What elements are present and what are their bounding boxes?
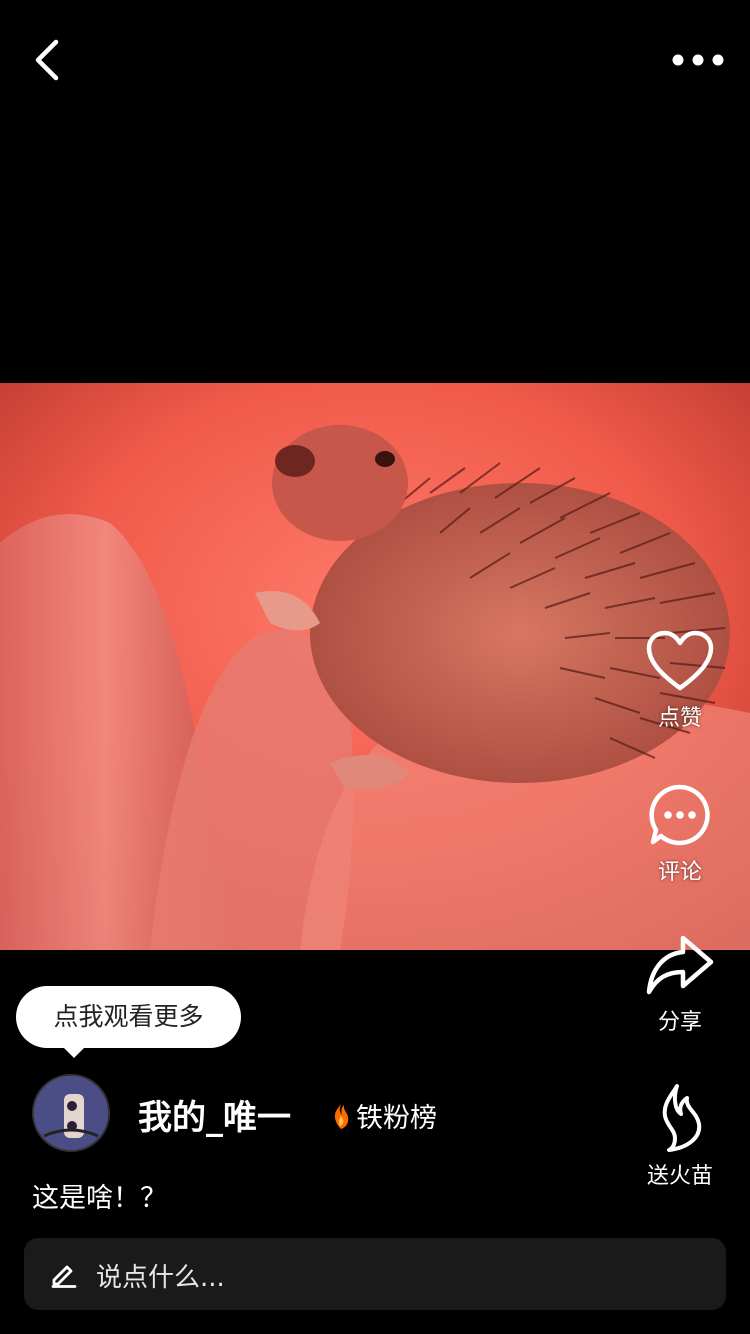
more-dots-icon: [672, 54, 724, 66]
heart-icon: [646, 630, 714, 691]
hedgehog-head: [272, 425, 408, 541]
comment-input[interactable]: 说点什么...: [24, 1238, 726, 1310]
like-button[interactable]: 点赞: [610, 630, 750, 732]
comment-bubble-icon: [649, 784, 710, 846]
hedgehog-eye: [375, 451, 395, 467]
top-bar: [0, 0, 750, 120]
watch-more-tooltip[interactable]: 点我观看更多: [16, 986, 241, 1058]
back-button[interactable]: [26, 36, 70, 84]
comment-label: 评论: [657, 860, 702, 885]
hedgehog-snout: [275, 445, 315, 477]
gift-flame-button[interactable]: 送火苗: [610, 1082, 750, 1190]
avatar-image: [34, 1076, 108, 1150]
fan-rank-label: 铁粉榜: [356, 1103, 437, 1134]
share-label: 分享: [657, 1010, 702, 1035]
author-name[interactable]: 我的_唯一: [138, 1090, 291, 1139]
share-arrow-icon: [646, 935, 714, 995]
author-row: 我的_唯一 铁粉榜: [32, 1074, 592, 1154]
gift-flame-label: 送火苗: [646, 1164, 713, 1189]
pencil-icon: [51, 1265, 77, 1288]
video-caption: 这是啥！？: [32, 1183, 167, 1214]
avatar[interactable]: [32, 1074, 110, 1152]
fan-rank-link[interactable]: 铁粉榜: [332, 1096, 437, 1135]
fire-icon: [334, 1102, 349, 1129]
flame-icon: [662, 1084, 702, 1152]
more-button[interactable]: [666, 42, 730, 78]
like-label: 点赞: [657, 706, 702, 731]
comment-button[interactable]: 评论: [610, 782, 750, 886]
chevron-left-icon: [35, 39, 59, 81]
comment-placeholder: 说点什么...: [96, 1263, 225, 1293]
share-button[interactable]: 分享: [610, 932, 750, 1036]
